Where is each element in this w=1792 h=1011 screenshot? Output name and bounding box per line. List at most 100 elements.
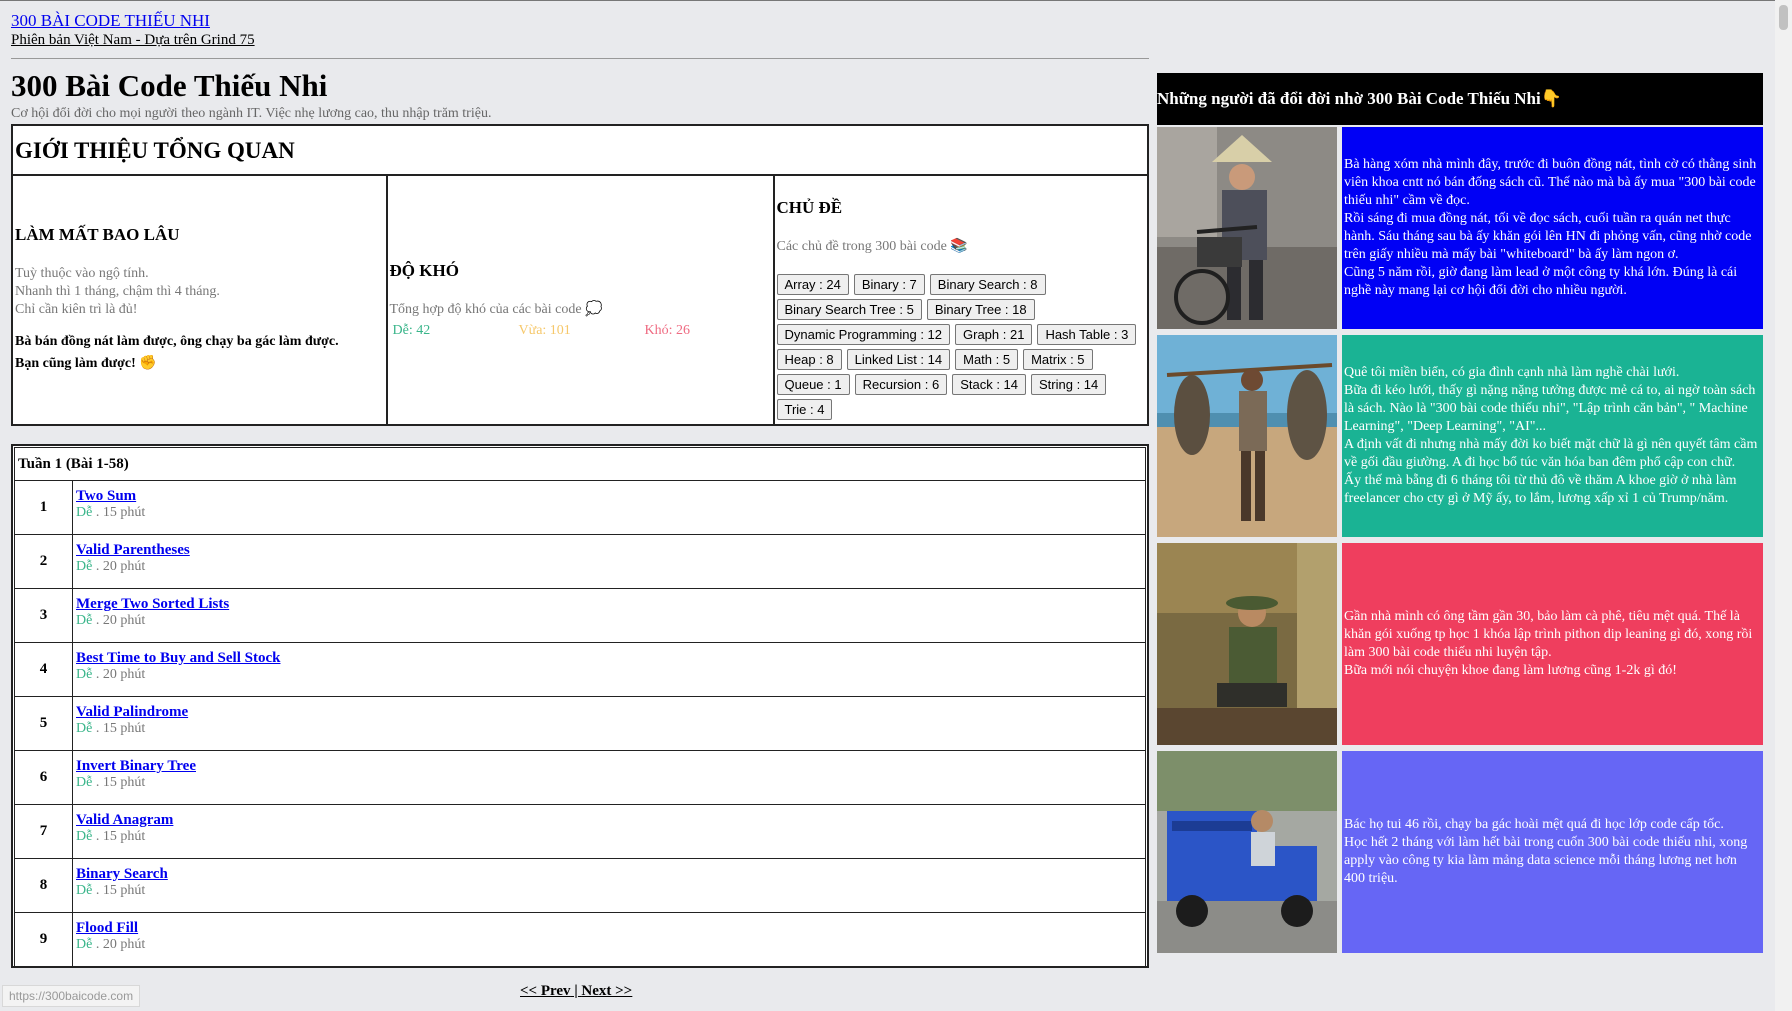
topic-tag[interactable]: Binary Search Tree : 5 [776, 299, 922, 320]
testimonial-text-box: Bà hàng xóm nhà mình đây, trước đi buôn … [1342, 127, 1763, 329]
difficulty-title: ĐỘ KHÓ [389, 261, 459, 280]
topic-tag[interactable]: Matrix : 5 [1023, 349, 1093, 370]
problem-level: Dễ [76, 721, 93, 736]
topic-tag[interactable]: Math : 5 [955, 349, 1019, 370]
table-row: 7 Valid Anagram Dễ . 15 phút [14, 805, 1146, 859]
topics-description: Các chủ đề trong 300 bài code 📚 [776, 239, 968, 254]
problem-link[interactable]: Merge Two Sorted Lists [76, 596, 229, 613]
testimonial-text: Quê tôi miền biển, có gia đình cạnh nhà … [1344, 365, 1758, 506]
problem-time: . 20 phút [92, 667, 146, 682]
problem-number: 1 [15, 481, 73, 534]
testimonial-text-box: Bác họ tui 46 rồi, chạy ba gác hoài mệt … [1342, 751, 1763, 953]
topic-tag[interactable]: Array : 24 [776, 274, 849, 295]
problem-number: 6 [15, 751, 73, 804]
duration-line: Tuỳ thuộc vào ngộ tính. [15, 266, 149, 281]
duration-bold-line: Bạn cũng làm được! ✊ [15, 356, 157, 371]
topic-tag[interactable]: Stack : 14 [952, 374, 1027, 395]
duration-column: LÀM MẤT BAO LÂU Tuỳ thuộc vào ngộ tính. … [13, 176, 388, 424]
pager-separator: | [570, 983, 582, 999]
problem-level: Dễ [76, 559, 93, 574]
table-row: 3 Merge Two Sorted Lists Dễ . 20 phút [14, 589, 1146, 643]
difficulty-description: Tổng hợp độ khó của các bài code 💭 [389, 302, 603, 317]
problem-level: Dễ [76, 937, 93, 952]
topics-title: CHỦ ĐỀ [776, 198, 843, 217]
medium-count: Vừa: 101 [518, 323, 571, 338]
week-table: Tuần 1 (Bài 1-58) 1 Two Sum Dễ . 15 phút 2 V… [11, 444, 1149, 968]
table-row: 8 Binary Search Dễ . 15 phút [14, 859, 1146, 913]
difficulty-column: ĐỘ KHÓ Tổng hợp độ khó của các bài code … [388, 176, 775, 424]
topic-tag[interactable]: Heap : 8 [776, 349, 842, 370]
topic-tag[interactable]: Dynamic Programming : 12 [776, 324, 950, 345]
problem-number: 3 [15, 589, 73, 642]
problem-level: Dễ [76, 829, 93, 844]
prev-link[interactable]: << Prev [520, 983, 571, 999]
problem-link[interactable]: Best Time to Buy and Sell Stock [76, 650, 280, 667]
testimonial-photo [1157, 543, 1337, 745]
status-url: https://300baicode.com [2, 985, 141, 1007]
problem-link[interactable]: Valid Parentheses [76, 542, 190, 559]
page-title: 300 Bài Code Thiếu Nhi [11, 68, 328, 103]
testimonial-card: Bà hàng xóm nhà mình đây, trước đi buôn … [1157, 127, 1763, 329]
next-link[interactable]: Next >> [581, 983, 632, 999]
site-title-link[interactable]: 300 BÀI CODE THIẾU NHI [11, 11, 210, 31]
header-divider [11, 58, 1149, 59]
problem-link[interactable]: Two Sum [76, 488, 145, 505]
testimonial-text-box: Gần nhà mình có ông tầm gần 30, bảo làm … [1342, 543, 1763, 745]
problem-link[interactable]: Invert Binary Tree [76, 758, 196, 775]
problem-link[interactable]: Valid Palindrome [76, 704, 188, 721]
topic-tag[interactable]: String : 14 [1031, 374, 1107, 395]
problem-time: . 15 phút [92, 775, 146, 790]
topic-tag[interactable]: Binary : 7 [853, 274, 925, 295]
topics-column: CHỦ ĐỀ Các chủ đề trong 300 bài code 📚 A… [775, 176, 1148, 424]
topic-tag[interactable]: Hash Table : 3 [1037, 324, 1137, 345]
problem-number: 2 [15, 535, 73, 588]
duration-bold-line: Bà bán đồng nát làm được, ông chạy ba gá… [15, 334, 339, 349]
duration-title: LÀM MẤT BAO LÂU [15, 225, 180, 244]
easy-count: Dễ: 42 [392, 323, 431, 338]
topic-tag[interactable]: Trie : 4 [776, 399, 833, 420]
problem-link[interactable]: Binary Search [76, 866, 168, 883]
week-title: Tuần 1 (Bài 1-58) [14, 447, 1146, 481]
scrollbar[interactable] [1775, 0, 1792, 1011]
problem-level: Dễ [76, 667, 93, 682]
problem-time: . 15 phút [92, 505, 146, 520]
pager: << Prev | Next >> [520, 983, 632, 1000]
testimonials-heading: Những người đã đổi đời nhờ 300 Bài Code … [1157, 73, 1763, 125]
table-row: 1 Two Sum Dễ . 15 phút [14, 481, 1146, 535]
problem-number: 8 [15, 859, 73, 912]
problem-time: . 15 phút [92, 829, 146, 844]
topic-tag[interactable]: Graph : 21 [955, 324, 1033, 345]
problem-time: . 15 phút [92, 883, 146, 898]
site-subtitle-link[interactable]: Phiên bản Việt Nam - Dựa trên Grind 75 [11, 32, 255, 49]
problem-time: . 20 phút [92, 613, 146, 628]
problem-number: 4 [15, 643, 73, 696]
testimonial-photo [1157, 127, 1337, 329]
testimonial-text: Gần nhà mình có ông tầm gần 30, bảo làm … [1344, 609, 1753, 678]
problem-link[interactable]: Flood Fill [76, 920, 145, 937]
testimonial-photo [1157, 335, 1337, 537]
testimonial-text: Bà hàng xóm nhà mình đây, trước đi buôn … [1344, 157, 1757, 298]
problem-number: 9 [15, 913, 73, 966]
topic-tag[interactable]: Linked List : 14 [846, 349, 951, 370]
topic-tag[interactable]: Recursion : 6 [854, 374, 948, 395]
problem-level: Dễ [76, 775, 93, 790]
overview-box: GIỚI THIỆU TỔNG QUAN LÀM MẤT BAO LÂU Tuỳ… [11, 124, 1149, 426]
testimonial-card: Gần nhà mình có ông tầm gần 30, bảo làm … [1157, 543, 1763, 745]
problem-time: . 15 phút [92, 721, 146, 736]
problem-time: . 20 phút [92, 937, 146, 952]
problem-link[interactable]: Valid Anagram [76, 812, 173, 829]
testimonial-photo [1157, 751, 1337, 953]
hard-count: Khó: 26 [644, 323, 691, 338]
testimonial-card: Bác họ tui 46 rồi, chạy ba gác hoài mệt … [1157, 751, 1763, 953]
testimonial-text: Bác họ tui 46 rồi, chạy ba gác hoài mệt … [1344, 817, 1748, 886]
scrollbar-thumb[interactable] [1779, 5, 1788, 30]
topic-tag[interactable]: Binary Search : 8 [929, 274, 1046, 295]
problem-time: . 20 phút [92, 559, 146, 574]
table-row: 4 Best Time to Buy and Sell Stock Dễ . 20 … [14, 643, 1146, 697]
problem-number: 5 [15, 697, 73, 750]
topic-tag[interactable]: Binary Tree : 18 [926, 299, 1035, 320]
table-row: 2 Valid Parentheses Dễ . 20 phút [14, 535, 1146, 589]
topic-tag[interactable]: Queue : 1 [776, 374, 850, 395]
table-row: 6 Invert Binary Tree Dễ . 15 phút [14, 751, 1146, 805]
problem-level: Dễ [76, 883, 93, 898]
